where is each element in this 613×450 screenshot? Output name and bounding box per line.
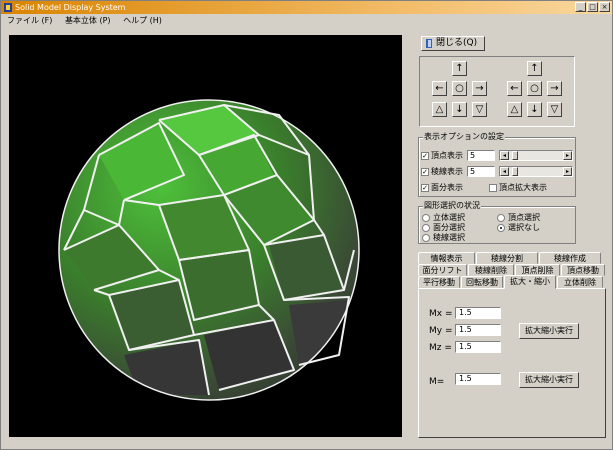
right-down-arrow-button[interactable]: ↓ bbox=[527, 102, 542, 117]
3d-viewport[interactable] bbox=[9, 35, 402, 437]
scale-xyz-button[interactable]: 拡大縮小実行 bbox=[519, 323, 579, 339]
vertex-slider-left-arrow[interactable]: ◂ bbox=[500, 151, 509, 160]
title-bar: Solid Model Display System _ □ × bbox=[1, 1, 612, 14]
edge-slider-thumb[interactable] bbox=[512, 167, 518, 176]
solid-model[interactable] bbox=[9, 35, 402, 437]
left-left-arrow-button[interactable]: ← bbox=[432, 81, 447, 96]
right-center-button[interactable]: ○ bbox=[527, 81, 542, 96]
window-title: Solid Model Display System bbox=[15, 3, 126, 12]
left-center-button[interactable]: ○ bbox=[452, 81, 467, 96]
left-right-arrow-button[interactable]: → bbox=[472, 81, 487, 96]
m-label: M= bbox=[429, 377, 445, 387]
tab-scale[interactable]: 拡大・縮小 bbox=[504, 275, 556, 289]
right-up-arrow-button[interactable]: ↑ bbox=[527, 61, 542, 76]
vertex-display-check[interactable]: ✓ bbox=[421, 151, 429, 160]
scale-uniform-button[interactable]: 拡大縮小実行 bbox=[519, 372, 579, 388]
radio-edge-label: 稜線選択 bbox=[433, 233, 465, 242]
face-display-label: 面分表示 bbox=[431, 183, 463, 192]
left-triangle-up-button[interactable]: △ bbox=[432, 102, 447, 117]
tab-info-display[interactable]: 情報表示 bbox=[418, 252, 475, 264]
my-label: My = bbox=[429, 326, 453, 336]
left-triangle-down-button[interactable]: ▽ bbox=[472, 102, 487, 117]
selection-title: 図形選択の状況 bbox=[423, 201, 481, 211]
edge-size-input[interactable]: 5 bbox=[467, 166, 495, 177]
app-window: Solid Model Display System _ □ × ファイル (F… bbox=[0, 0, 613, 450]
edge-display-label: 稜線表示 bbox=[431, 167, 463, 176]
menu-primitives[interactable]: 基本立体 (P) bbox=[65, 16, 111, 25]
door-icon bbox=[426, 39, 432, 48]
radio-face-dot[interactable] bbox=[422, 223, 430, 232]
right-left-arrow-button[interactable]: ← bbox=[507, 81, 522, 96]
radio-none-label: 選択なし bbox=[508, 223, 540, 232]
vertex-display-label: 頂点表示 bbox=[431, 151, 463, 160]
radio-none-dot[interactable] bbox=[497, 223, 505, 232]
tab-translate[interactable]: 平行移動 bbox=[418, 276, 460, 288]
radio-vertex-dot[interactable] bbox=[497, 213, 505, 222]
radio-none-select[interactable]: 選択なし bbox=[497, 222, 540, 233]
selection-group: 図形選択の状況 立体選択 頂点選択 面分選択 選択なし 稜線選択 bbox=[418, 201, 576, 244]
right-right-arrow-button[interactable]: → bbox=[547, 81, 562, 96]
mz-input[interactable]: 1.5 bbox=[455, 341, 501, 353]
minimize-button[interactable]: _ bbox=[575, 2, 586, 12]
display-options-title: 表示オプションの設定 bbox=[423, 132, 505, 142]
radio-face-label: 面分選択 bbox=[433, 223, 465, 232]
edge-slider-left-arrow[interactable]: ◂ bbox=[500, 167, 509, 176]
edge-slider-right-arrow[interactable]: ▸ bbox=[563, 167, 572, 176]
vertex-enlarge-checkbox[interactable]: 頂点拡大表示 bbox=[489, 182, 547, 193]
tab-vertex-move[interactable]: 頂点移動 bbox=[561, 264, 605, 276]
mx-label: Mx = bbox=[429, 309, 453, 319]
tab-face-lift[interactable]: 面分リフト bbox=[418, 264, 467, 276]
tab-edge-create[interactable]: 稜線作成 bbox=[539, 252, 601, 264]
display-options-group: 表示オプションの設定 ✓ 頂点表示 5 ◂ ▸ ✓ 稜線表示 5 ◂ ▸ ✓ 面分表示… bbox=[418, 132, 576, 197]
tab-solid-delete[interactable]: 立体削除 bbox=[557, 276, 603, 288]
radio-edge-dot[interactable] bbox=[422, 233, 430, 242]
face-display-check[interactable]: ✓ bbox=[421, 183, 429, 192]
menu-file[interactable]: ファイル (F) bbox=[7, 16, 52, 25]
vertex-slider-thumb[interactable] bbox=[512, 151, 518, 160]
m-input[interactable]: 1.5 bbox=[455, 373, 501, 385]
tab-rotate[interactable]: 回転移動 bbox=[461, 276, 503, 288]
edge-display-check[interactable]: ✓ bbox=[421, 167, 429, 176]
maximize-button[interactable]: □ bbox=[587, 2, 598, 12]
right-triangle-up-button[interactable]: △ bbox=[507, 102, 522, 117]
menu-help[interactable]: ヘルプ (H) bbox=[123, 16, 162, 25]
navigation-panel: ↑ ← ○ → △ ↓ ▽ ↑ ← ○ → △ ↓ ▽ bbox=[419, 56, 575, 127]
close-button-label: 閉じる(Q) bbox=[436, 38, 478, 48]
tab-edge-split[interactable]: 稜線分割 bbox=[476, 252, 538, 264]
vertex-size-input[interactable]: 5 bbox=[467, 150, 495, 161]
right-triangle-down-button[interactable]: ▽ bbox=[547, 102, 562, 117]
left-up-arrow-button[interactable]: ↑ bbox=[452, 61, 467, 76]
my-input[interactable]: 1.5 bbox=[455, 324, 501, 336]
app-icon bbox=[4, 3, 12, 12]
left-down-arrow-button[interactable]: ↓ bbox=[452, 102, 467, 117]
radio-solid-dot[interactable] bbox=[422, 213, 430, 222]
vertex-display-checkbox[interactable]: ✓ 頂点表示 bbox=[421, 150, 463, 161]
face-display-checkbox[interactable]: ✓ 面分表示 bbox=[421, 182, 463, 193]
mz-label: Mz = bbox=[429, 343, 452, 353]
edge-display-checkbox[interactable]: ✓ 稜線表示 bbox=[421, 166, 463, 177]
radio-solid-label: 立体選択 bbox=[433, 213, 465, 222]
vertex-size-slider[interactable]: ◂ ▸ bbox=[499, 150, 573, 161]
vertex-enlarge-label: 頂点拡大表示 bbox=[499, 183, 547, 192]
vertex-enlarge-check[interactable] bbox=[489, 183, 497, 192]
vertex-slider-right-arrow[interactable]: ▸ bbox=[563, 151, 572, 160]
scale-tab-panel: Mx = 1.5 My = 1.5 Mz = 1.5 拡大縮小実行 M= 1.5… bbox=[418, 288, 606, 438]
radio-edge-select[interactable]: 稜線選択 bbox=[422, 232, 465, 243]
mx-input[interactable]: 1.5 bbox=[455, 307, 501, 319]
close-button[interactable]: 閉じる(Q) bbox=[421, 36, 485, 51]
edge-size-slider[interactable]: ◂ ▸ bbox=[499, 166, 573, 177]
close-window-button[interactable]: × bbox=[599, 2, 610, 12]
menu-bar: ファイル (F) 基本立体 (P) ヘルプ (H) bbox=[1, 14, 612, 27]
radio-vertex-label: 頂点選択 bbox=[508, 213, 540, 222]
